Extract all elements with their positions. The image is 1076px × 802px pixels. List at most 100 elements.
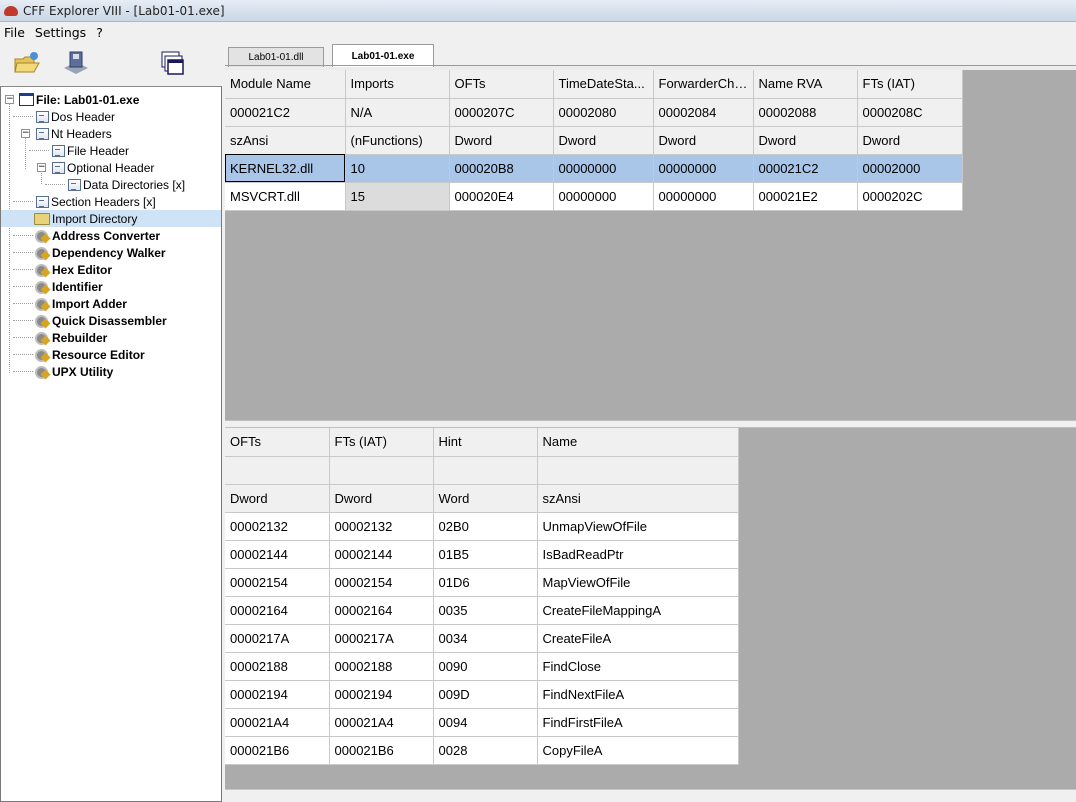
table-cell[interactable]: 00002188 [329,652,434,681]
open-file-button[interactable] [10,46,44,80]
table-cell[interactable]: 000021B6 [329,736,434,765]
table-cell[interactable]: UnmapViewOfFile [537,512,739,541]
table-cell[interactable]: 0000217A [225,624,330,653]
tree-tool-quick-disassembler[interactable]: Quick Disassembler [1,312,221,329]
column-header[interactable]: Hint [433,428,538,457]
table-cell[interactable]: 00002154 [225,568,330,597]
function-row[interactable]: 000021A4 000021A4 0094 FindFirstFileA [225,708,739,737]
table-cell[interactable]: 009D [433,680,538,709]
tree-item-nt-headers[interactable]: Nt Headers [1,125,221,142]
column-header[interactable]: Module Name [225,70,346,99]
tab-lab01-01-dll[interactable]: Lab01-01.dll [228,47,324,67]
function-row[interactable]: 00002132 00002132 02B0 UnmapViewOfFile [225,512,739,541]
table-cell[interactable]: FindClose [537,652,739,681]
tree-item-section-headers[interactable]: Section Headers [x] [1,193,221,210]
tree-item-data-directories[interactable]: Data Directories [x] [1,176,221,193]
table-cell[interactable]: 000021E2 [753,182,858,211]
table-cell[interactable]: 00002164 [225,596,330,625]
tree-tool-import-adder[interactable]: Import Adder [1,295,221,312]
table-cell[interactable]: CreateFileA [537,624,739,653]
table-cell[interactable]: 00002164 [329,596,434,625]
table-cell[interactable]: 00002188 [225,652,330,681]
menu-settings[interactable]: Settings [30,25,91,40]
tree-item-dos-header[interactable]: Dos Header [1,108,221,125]
table-cell[interactable]: 000020B8 [449,154,554,183]
module-name-cell[interactable]: MSVCRT.dll [225,182,346,211]
column-header[interactable]: FTs (IAT) [857,70,963,99]
tree-tool-rebuilder[interactable]: Rebuilder [1,329,221,346]
column-header[interactable]: OFTs [449,70,554,99]
tree-tool-resource-editor[interactable]: Resource Editor [1,346,221,363]
table-cell[interactable]: 00002154 [329,568,434,597]
table-cell[interactable]: 0090 [433,652,538,681]
table-cell[interactable]: 00002194 [329,680,434,709]
tree-tool-upx-utility[interactable]: UPX Utility [1,363,221,380]
table-cell[interactable]: 0034 [433,624,538,653]
tree-item-import-directory[interactable]: Import Directory [1,210,221,227]
column-header[interactable]: FTs (IAT) [329,428,434,457]
function-row[interactable]: 00002144 00002144 01B5 IsBadReadPtr [225,540,739,569]
table-cell[interactable]: 01D6 [433,568,538,597]
table-cell[interactable]: 02B0 [433,512,538,541]
tree-tool-identifier[interactable]: Identifier [1,278,221,295]
function-row[interactable]: 00002154 00002154 01D6 MapViewOfFile [225,568,739,597]
module-row-msvcrt[interactable]: MSVCRT.dll 15 000020E4 00000000 00000000… [225,182,963,211]
table-cell[interactable]: 00000000 [553,154,654,183]
horizontal-splitter[interactable] [225,420,1076,428]
table-cell[interactable]: 00000000 [653,154,754,183]
column-header[interactable]: Imports [345,70,450,99]
function-row[interactable]: 000021B6 000021B6 0028 CopyFileA [225,736,739,765]
table-cell[interactable]: CopyFileA [537,736,739,765]
table-cell[interactable]: 000021C2 [753,154,858,183]
menu-file[interactable]: File [0,25,30,40]
table-cell[interactable]: FindNextFileA [537,680,739,709]
function-row[interactable]: 00002194 00002194 009D FindNextFileA [225,680,739,709]
tree-root-file[interactable]: File: Lab01-01.exe [1,91,221,108]
column-header[interactable]: OFTs [225,428,330,457]
tree-tool-dependency-walker[interactable]: Dependency Walker [1,244,221,261]
table-cell[interactable]: IsBadReadPtr [537,540,739,569]
module-row-kernel32[interactable]: KERNEL32.dll 10 000020B8 00000000 000000… [225,154,963,183]
column-header[interactable]: ForwarderCha... [653,70,754,99]
column-header[interactable]: Name [537,428,739,457]
menu-help[interactable]: ? [91,25,108,40]
function-row[interactable]: 0000217A 0000217A 0034 CreateFileA [225,624,739,653]
table-cell[interactable]: 00002144 [329,540,434,569]
collapse-nt-headers-icon[interactable]: − [21,129,30,138]
table-cell[interactable]: 0094 [433,708,538,737]
collapse-optional-header-icon[interactable]: − [37,163,46,172]
windows-button[interactable] [155,46,189,80]
table-cell[interactable]: 00000000 [653,182,754,211]
table-cell[interactable]: 0000217A [329,624,434,653]
imports-count-cell[interactable]: 10 [345,154,450,183]
function-row[interactable]: 00002164 00002164 0035 CreateFileMapping… [225,596,739,625]
tree-item-optional-header[interactable]: Optional Header [1,159,221,176]
table-cell[interactable]: 0035 [433,596,538,625]
table-cell[interactable]: FindFirstFileA [537,708,739,737]
module-name-cell[interactable]: KERNEL32.dll [225,154,346,183]
table-cell[interactable]: 00000000 [553,182,654,211]
tab-lab01-01-exe[interactable]: Lab01-01.exe [332,44,434,67]
save-button[interactable] [58,46,92,80]
table-cell[interactable]: 01B5 [433,540,538,569]
table-cell[interactable]: 000020E4 [449,182,554,211]
function-row[interactable]: 00002188 00002188 0090 FindClose [225,652,739,681]
table-cell[interactable]: 0028 [433,736,538,765]
column-header[interactable]: TimeDateSta... [553,70,654,99]
tree-tool-address-converter[interactable]: Address Converter [1,227,221,244]
tree-tool-hex-editor[interactable]: Hex Editor [1,261,221,278]
table-cell[interactable]: 000021A4 [329,708,434,737]
table-cell[interactable]: 00002132 [225,512,330,541]
table-cell[interactable]: 000021A4 [225,708,330,737]
table-cell[interactable]: 000021B6 [225,736,330,765]
table-cell[interactable]: 00002132 [329,512,434,541]
imports-count-cell[interactable]: 15 [345,182,450,211]
collapse-root-icon[interactable]: − [5,95,14,104]
tree-item-file-header[interactable]: File Header [1,142,221,159]
table-cell[interactable]: MapViewOfFile [537,568,739,597]
table-cell[interactable]: CreateFileMappingA [537,596,739,625]
table-cell[interactable]: 00002000 [857,154,963,183]
table-cell[interactable]: 00002194 [225,680,330,709]
table-cell[interactable]: 0000202C [857,182,963,211]
table-cell[interactable]: 00002144 [225,540,330,569]
